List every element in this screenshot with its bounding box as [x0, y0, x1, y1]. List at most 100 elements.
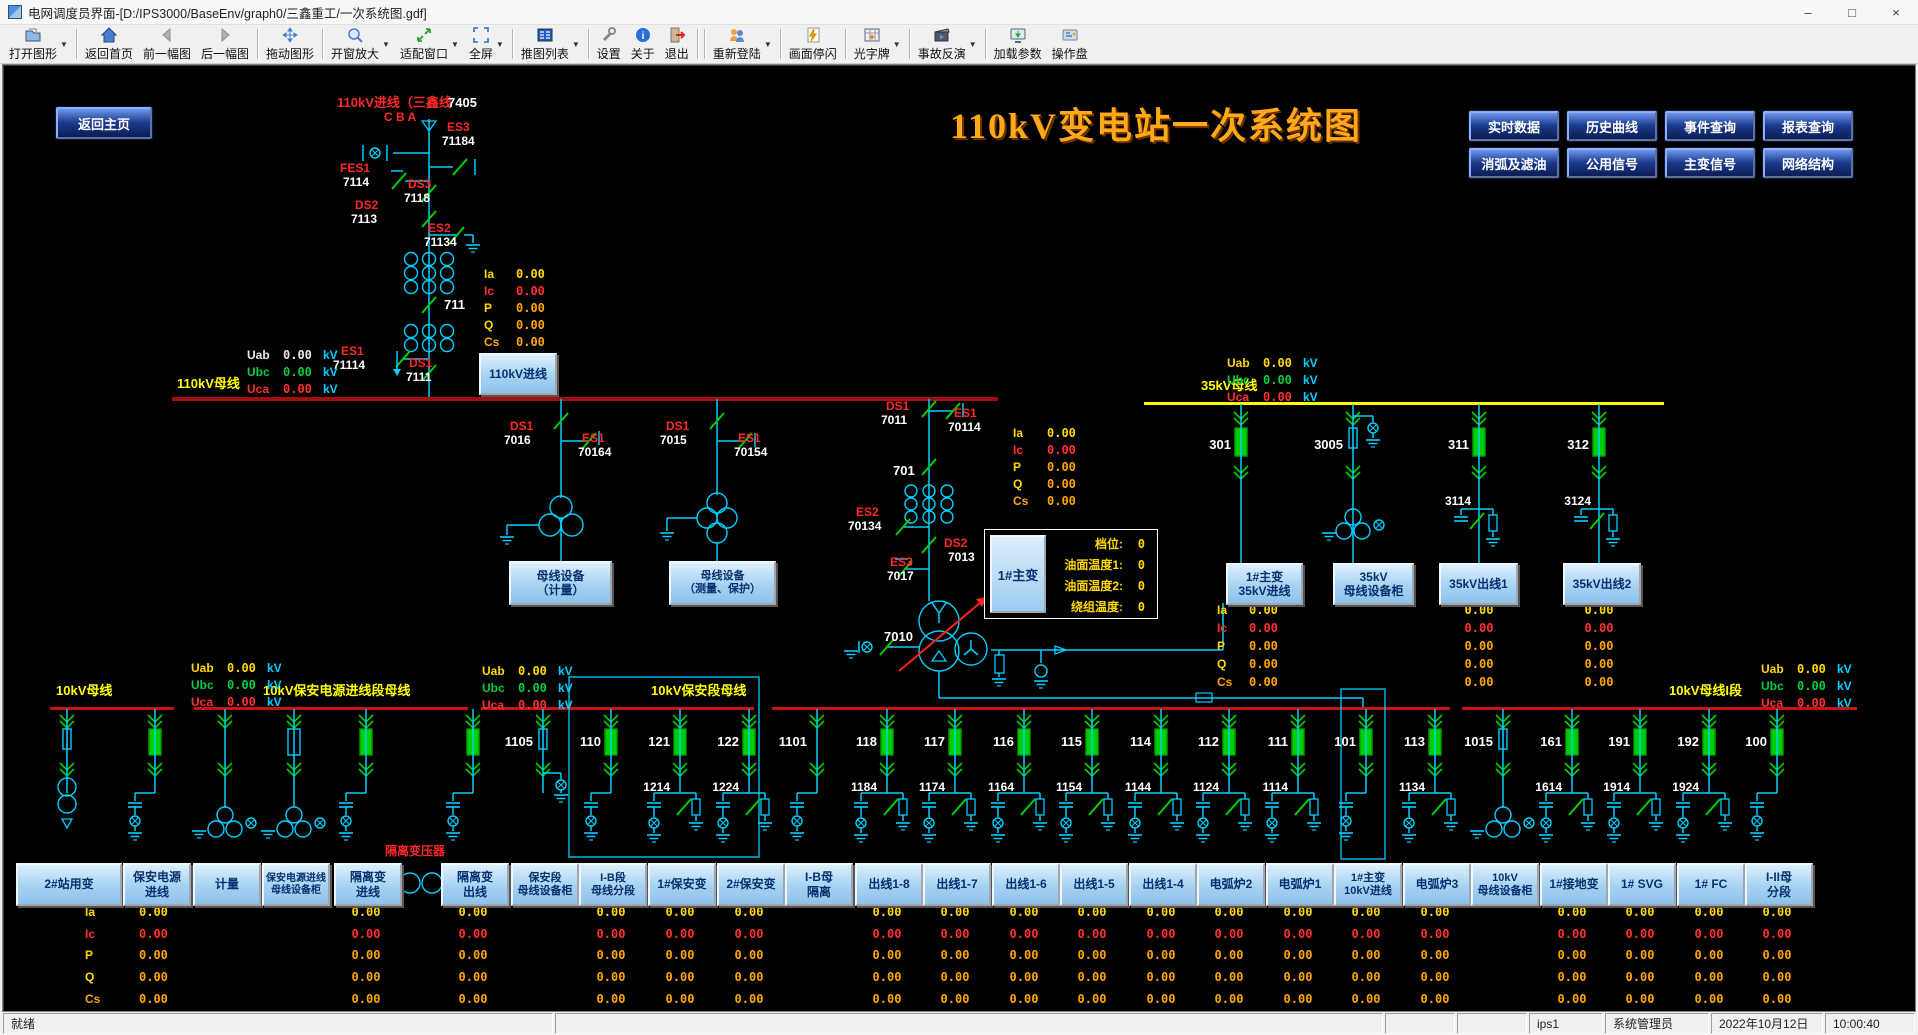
device-box-2[interactable]: 母线设备（测量、保护）: [669, 561, 776, 605]
toolbar-zoom-window-button[interactable]: 开窗放大▼: [326, 25, 395, 63]
device-box-5[interactable]: 35kV出线1: [1439, 563, 1518, 605]
window-titlebar: 电网调度员界面-[D:/IPS3000/BaseEnv/graph0/三鑫重工/…: [0, 0, 1918, 25]
device-box-30[interactable]: 1# FC: [1677, 863, 1745, 906]
toolbar-fit-window-button[interactable]: 适配窗口▼: [395, 25, 464, 63]
meas-label: Ic: [85, 928, 95, 941]
toolbar-settings-button[interactable]: 设置: [592, 25, 626, 63]
dropdown-arrow-icon[interactable]: ▼: [572, 40, 580, 49]
feeder-number: 192: [1655, 735, 1699, 749]
meas-value: 0.00: [1410, 906, 1460, 919]
voltage-unit: kV: [1303, 391, 1318, 404]
toolbar-home-button[interactable]: 返回首页: [80, 25, 138, 63]
meas-label: Q: [1013, 478, 1022, 491]
close-button[interactable]: ×: [1874, 0, 1918, 24]
device-box-10[interactable]: 保安电源进线母线设备柜: [262, 863, 330, 906]
toolbar-fullscreen-button[interactable]: 全屏▼: [464, 25, 509, 63]
device-box-31[interactable]: I-II母分段: [1745, 863, 1813, 906]
device-box-0[interactable]: 110kV进线: [479, 353, 557, 395]
device-box-27[interactable]: 10kV母线设备柜: [1471, 863, 1539, 906]
toolbar-exit-button[interactable]: 退出: [660, 25, 694, 63]
quick-button-1-3[interactable]: 网络结构: [1763, 148, 1853, 178]
quick-button-0-2[interactable]: 事件查询: [1665, 111, 1755, 141]
device-box-8[interactable]: 保安电源进线: [123, 863, 191, 906]
device-box-15[interactable]: 1#保安变: [648, 863, 716, 906]
device-box-12[interactable]: 隔离变出线: [441, 863, 509, 906]
voltage-unit: kV: [558, 665, 573, 678]
device-box-1[interactable]: 母线设备（计量）: [509, 561, 612, 605]
toolbar-prev-graph-button[interactable]: 前一幅图: [138, 25, 196, 63]
maximize-button[interactable]: □: [1830, 0, 1874, 24]
device-box-14[interactable]: I-B段母线分段: [579, 863, 647, 906]
meas-value: 0.00: [999, 971, 1049, 984]
toolbar-separator: [257, 29, 258, 59]
toolbar-load-params-button[interactable]: 加载参数: [989, 25, 1047, 63]
feeder-subnumber: 3124: [1543, 495, 1591, 508]
back-home-button[interactable]: 返回主页: [56, 107, 152, 139]
quick-button-1-0[interactable]: 消弧及滤油: [1469, 148, 1559, 178]
meas-value: 0.00: [448, 928, 498, 941]
device-box-7[interactable]: 2#站用变: [16, 863, 122, 906]
dropdown-arrow-icon[interactable]: ▼: [382, 40, 390, 49]
device-box-label: 隔离变: [350, 870, 386, 884]
dropdown-arrow-icon[interactable]: ▼: [969, 40, 977, 49]
toolbar-op-panel-button[interactable]: 操作盘: [1047, 25, 1093, 63]
device-box-25[interactable]: 1#主变10kV进线: [1334, 863, 1402, 906]
meas-value: 0.00: [724, 993, 774, 1006]
dropdown-arrow-icon[interactable]: ▼: [893, 40, 901, 49]
feeder-subnumber: 1914: [1582, 781, 1630, 794]
meas-value: 0.00: [862, 993, 912, 1006]
toolbar-about-button[interactable]: i关于: [626, 25, 660, 63]
toolbar-replay-button[interactable]: 事故反演▼: [913, 25, 982, 63]
toolbar-pan-button[interactable]: 拖动图形: [261, 25, 319, 63]
toolbar-open-graphic-button[interactable]: 打开图形▼: [4, 25, 73, 63]
device-box-29[interactable]: 1# SVG: [1608, 863, 1676, 906]
toolbar-graph-list-button[interactable]: 推图列表▼: [516, 25, 585, 63]
window-title: 电网调度员界面-[D:/IPS3000/BaseEnv/graph0/三鑫重工/…: [28, 3, 427, 22]
device-box-23[interactable]: 电弧炉2: [1197, 863, 1265, 906]
diagram-label: ES1: [582, 432, 605, 445]
meas-value: 0.00: [1684, 906, 1734, 919]
dropdown-arrow-icon[interactable]: ▼: [451, 40, 459, 49]
voltage-value: 0.00: [1797, 697, 1826, 710]
quick-button-1-2[interactable]: 主变信号: [1665, 148, 1755, 178]
dropdown-arrow-icon[interactable]: ▼: [60, 40, 68, 49]
device-box-22[interactable]: 出线1-4: [1129, 863, 1197, 906]
device-box-19[interactable]: 出线1-7: [923, 863, 991, 906]
device-box-6[interactable]: 35kV出线2: [1563, 563, 1641, 605]
meas-value: 0.00: [1752, 928, 1802, 941]
device-box-label: 电弧炉1: [1279, 877, 1322, 891]
diagram-label: DS1: [886, 400, 909, 413]
device-box-20[interactable]: 出线1-6: [992, 863, 1060, 906]
device-box-11[interactable]: 隔离变进线: [334, 863, 402, 906]
toolbar-annunciator-button[interactable]: 光字牌▼: [849, 25, 906, 63]
quick-button-0-3[interactable]: 报表查询: [1763, 111, 1853, 141]
device-box-3[interactable]: 1#主变35kV进线: [1226, 563, 1303, 605]
toolbar-stop-flash-button[interactable]: 画面停闪: [784, 25, 842, 63]
voltage-label: Uca: [247, 383, 269, 396]
device-box-18[interactable]: 出线1-8: [855, 863, 923, 906]
device-box-17[interactable]: I-B母隔离: [785, 863, 853, 906]
meas-label: P: [85, 949, 93, 962]
device-box-4[interactable]: 35kV母线设备柜: [1333, 563, 1414, 605]
feeder-number: 113: [1381, 735, 1425, 749]
quick-button-0-1[interactable]: 历史曲线: [1567, 111, 1657, 141]
toolbar-relogin-button[interactable]: 重新登陆▼: [708, 25, 777, 63]
device-box-13[interactable]: 保安段母线设备柜: [511, 863, 579, 906]
quick-button-1-1[interactable]: 公用信号: [1567, 148, 1657, 178]
device-box-24[interactable]: 电弧炉1: [1266, 863, 1334, 906]
device-box-21[interactable]: 出线1-5: [1060, 863, 1128, 906]
device-box-26[interactable]: 电弧炉3: [1403, 863, 1471, 906]
device-box-16[interactable]: 2#保安变: [717, 863, 785, 906]
device-box-9[interactable]: 计量: [193, 863, 261, 906]
minimize-button[interactable]: –: [1786, 0, 1830, 24]
meas-value: 0.00: [1454, 658, 1504, 671]
dropdown-arrow-icon[interactable]: ▼: [496, 40, 504, 49]
toolbar-next-graph-button[interactable]: 后一幅图: [196, 25, 254, 63]
dropdown-arrow-icon[interactable]: ▼: [764, 40, 772, 49]
device-box-28[interactable]: 1#接地变: [1540, 863, 1608, 906]
main-transformer-panel: 1#主变档位:0油面温度1:0油面温度2:0绕组温度:0: [984, 529, 1158, 619]
main-transformer-button[interactable]: 1#主变: [990, 535, 1046, 613]
meas-value: 0.00: [448, 993, 498, 1006]
quick-button-0-0[interactable]: 实时数据: [1469, 111, 1559, 141]
meas-value: 0.00: [139, 906, 168, 919]
